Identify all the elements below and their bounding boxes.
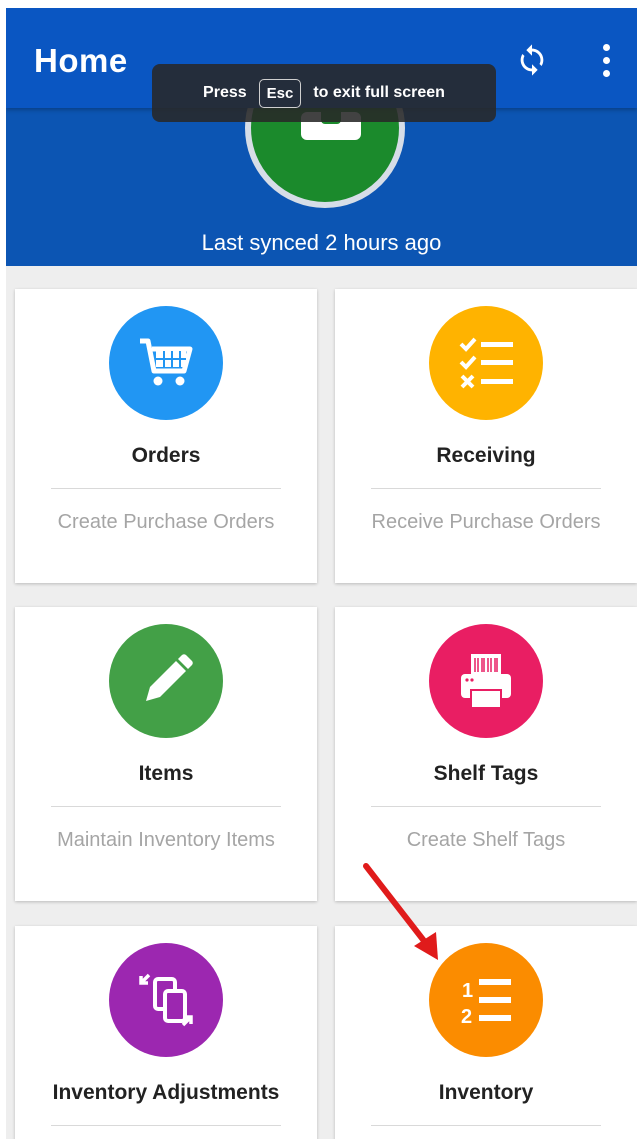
fullscreen-toast: Press Esc to exit full screen xyxy=(152,64,496,122)
tile-title: Inventory xyxy=(438,1081,534,1104)
svg-text:1: 1 xyxy=(462,980,473,1002)
sync-icon xyxy=(520,44,544,76)
tile-subtitle: Maintain Inventory Items xyxy=(57,829,275,851)
adjustments-icon-circle xyxy=(109,943,223,1057)
tile-receiving[interactable]: Receiving Receive Purchase Orders xyxy=(335,289,637,583)
overflow-menu-button[interactable] xyxy=(586,38,626,82)
app-screen: Last synced 2 hours ago Home Press Esc t… xyxy=(6,8,637,1139)
pencil-icon xyxy=(146,654,193,701)
printer-icon xyxy=(461,654,511,709)
tile-subtitle: Create Purchase Orders xyxy=(57,511,275,533)
numbered-list-icon: 1 2 xyxy=(461,979,511,1028)
tile-subtitle: Create Shelf Tags xyxy=(406,829,566,851)
shelf-tags-icon-circle xyxy=(429,624,543,738)
cart-icon xyxy=(140,338,193,386)
tile-shelf-tags[interactable]: Shelf Tags Create Shelf Tags xyxy=(335,607,637,901)
swap-icon xyxy=(139,973,193,1027)
sync-button[interactable] xyxy=(512,38,552,82)
annotation-arrow xyxy=(363,863,438,960)
svg-text:2: 2 xyxy=(461,1006,472,1028)
sync-status: Last synced 2 hours ago xyxy=(201,230,442,255)
inventory-icon-circle: 1 2 xyxy=(429,943,543,1057)
items-icon-circle xyxy=(109,624,223,738)
tile-title: Shelf Tags xyxy=(433,762,539,785)
receiving-icon-circle xyxy=(429,306,543,420)
page-title: Home xyxy=(34,42,128,79)
esc-key-badge: Esc xyxy=(258,78,302,108)
tile-title: Inventory Adjustments xyxy=(52,1081,280,1104)
checklist-icon xyxy=(459,337,513,389)
tile-title: Receiving xyxy=(436,444,536,467)
tile-title: Orders xyxy=(131,444,201,467)
tile-orders[interactable]: Orders Create Purchase Orders xyxy=(15,289,317,583)
tile-subtitle: Receive Purchase Orders xyxy=(371,511,601,533)
orders-icon-circle xyxy=(109,306,223,420)
tile-items[interactable]: Items Maintain Inventory Items xyxy=(15,607,317,901)
tile-title: Items xyxy=(138,762,194,785)
tile-inventory-adjustments[interactable]: Inventory Adjustments xyxy=(15,926,317,1139)
